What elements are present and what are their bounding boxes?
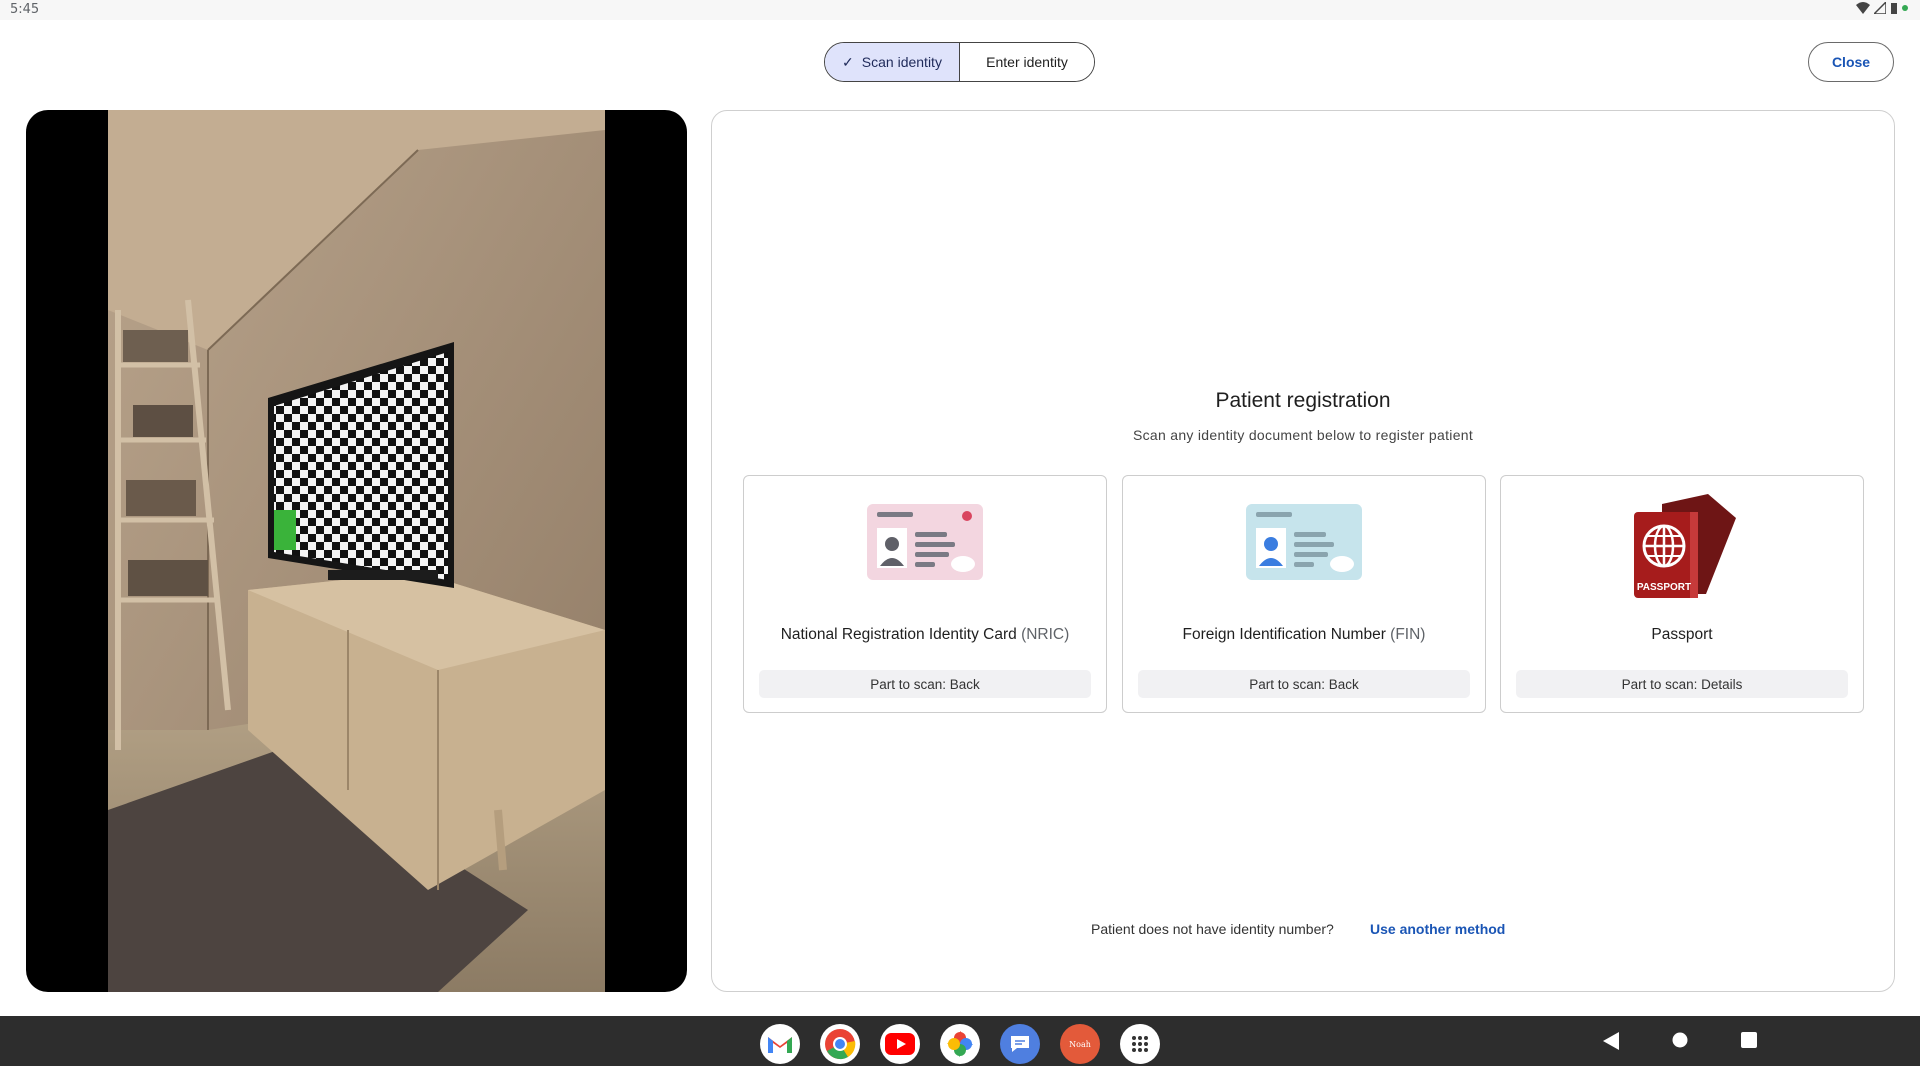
page-subtitle: Scan any identity document below to regi… <box>1132 427 1474 443</box>
page-title: Patient registration <box>1215 389 1391 412</box>
nric-part-badge: Part to scan: Back <box>759 670 1091 698</box>
fin-option-name: Foreign Identification Number (FIN) <box>1123 626 1485 644</box>
passport-name-text: Passport <box>1651 626 1713 643</box>
fin-part-text: Part to scan: Back <box>1249 676 1359 692</box>
navigation-bar: Noah <box>0 1016 1920 1066</box>
camera-preview <box>26 110 687 992</box>
fin-name-text: Foreign Identification Number <box>1182 626 1386 643</box>
app-dock: Noah <box>760 1024 1160 1064</box>
registration-panel: Patient registration Scan any identity d… <box>711 110 1895 992</box>
passport-part-badge: Part to scan: Details <box>1516 670 1848 698</box>
scan-identity-tab[interactable]: ✓ Scan identity <box>825 43 960 81</box>
identity-mode-toggle: ✓ Scan identity Enter identity <box>824 42 1095 82</box>
close-button-label: Close <box>1831 54 1871 70</box>
fin-part-badge: Part to scan: Back <box>1138 670 1470 698</box>
nric-name-text: National Registration Identity Card <box>780 626 1017 643</box>
passport-icon: PASSPORT <box>1634 494 1736 598</box>
nric-option-card[interactable]: National Registration Identity Card (NRI… <box>743 475 1107 713</box>
scan-identity-label: Scan identity <box>861 54 942 70</box>
home-icon[interactable] <box>1672 1032 1688 1048</box>
enter-identity-tab[interactable]: Enter identity <box>960 43 1094 81</box>
use-another-method-link[interactable]: Use another method <box>1370 921 1505 937</box>
youtube-icon[interactable] <box>880 1024 920 1064</box>
messages-icon[interactable] <box>1000 1024 1040 1064</box>
chrome-icon[interactable] <box>820 1024 860 1064</box>
status-dot-icon <box>1902 5 1908 11</box>
recents-icon[interactable] <box>1741 1032 1757 1048</box>
status-bar: 5:45 <box>0 0 1920 20</box>
status-time: 5:45 <box>10 2 40 17</box>
check-icon: ✓ <box>842 53 854 70</box>
enter-identity-label: Enter identity <box>986 54 1068 70</box>
no-id-question: Patient does not have identity number? <box>1091 921 1334 937</box>
gmail-icon[interactable] <box>760 1024 800 1064</box>
camera-feed-image <box>108 110 605 992</box>
nric-card-icon <box>867 504 983 580</box>
passport-option-name: Passport <box>1501 626 1863 644</box>
fin-card-icon <box>1246 504 1362 580</box>
system-icons <box>1856 2 1908 14</box>
nric-option-name: National Registration Identity Card (NRI… <box>744 626 1106 644</box>
close-button[interactable]: Close <box>1808 42 1894 82</box>
nric-abbr-text: (NRIC) <box>1021 626 1070 643</box>
battery-icon <box>1891 3 1897 14</box>
fin-abbr-text: (FIN) <box>1390 626 1426 643</box>
passport-option-card[interactable]: PASSPORT Passport Part to scan: Details <box>1500 475 1864 713</box>
app-drawer-icon[interactable] <box>1120 1024 1160 1064</box>
passport-part-text: Part to scan: Details <box>1621 676 1743 692</box>
signal-icon <box>1874 2 1886 14</box>
fin-option-card[interactable]: Foreign Identification Number (FIN) Part… <box>1122 475 1486 713</box>
passport-stamp-text: PASSPORT <box>1637 582 1691 593</box>
noah-app-label: Noah <box>1069 1039 1091 1049</box>
wifi-icon <box>1856 2 1870 14</box>
nric-part-text: Part to scan: Back <box>870 676 980 692</box>
back-icon[interactable] <box>1603 1032 1619 1050</box>
noah-app-icon[interactable]: Noah <box>1060 1024 1100 1064</box>
photos-icon[interactable] <box>940 1024 980 1064</box>
